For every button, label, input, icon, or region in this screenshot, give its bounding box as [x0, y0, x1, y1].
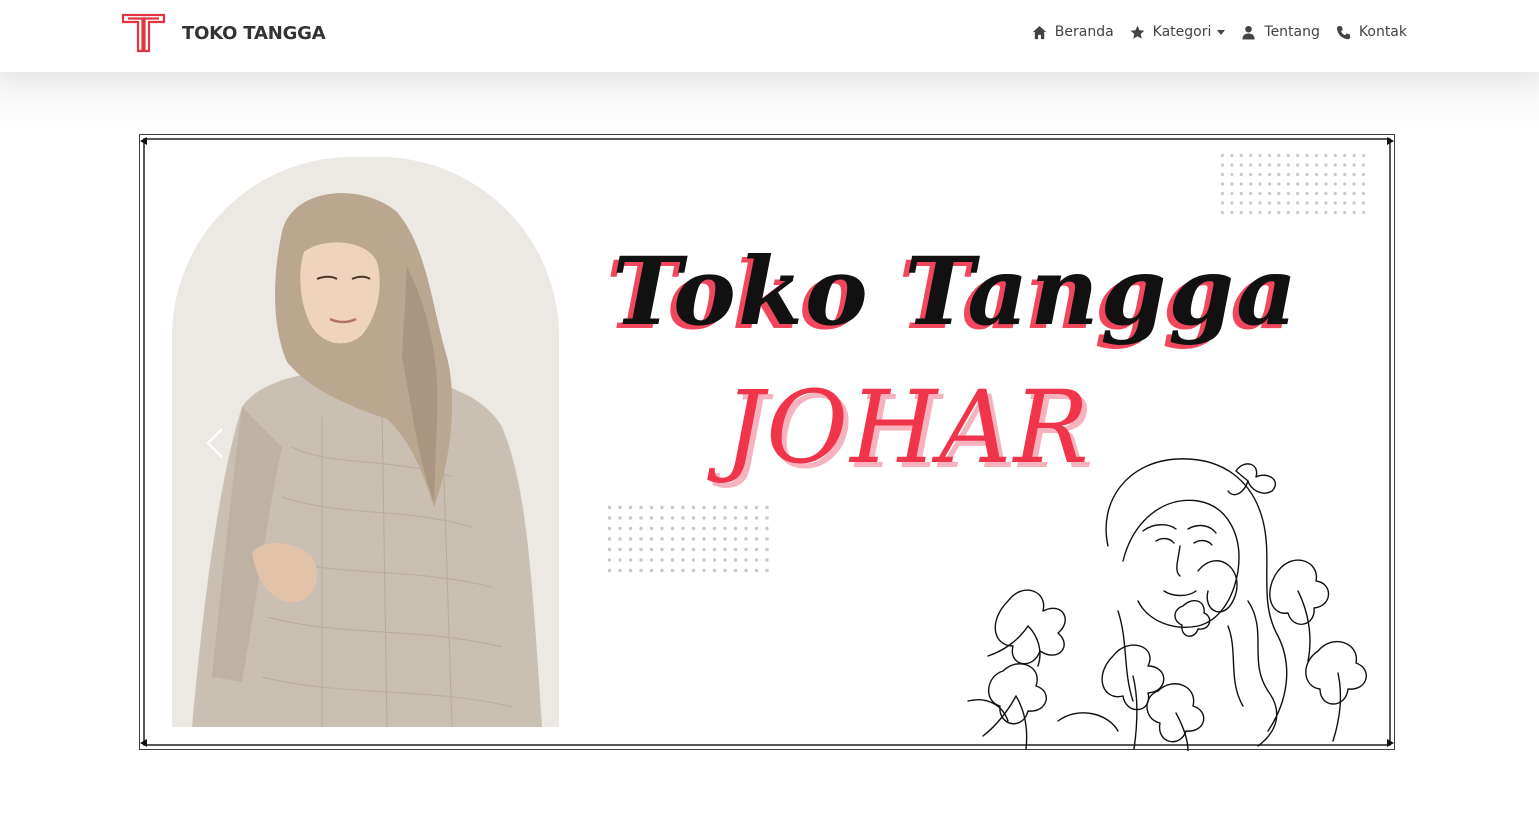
- tt-logo-icon: [121, 13, 166, 53]
- dot-pattern-middle: [607, 505, 769, 577]
- chevron-left-icon: [206, 428, 223, 458]
- hero-carousel: Toko Tangga JOHAR: [138, 133, 1396, 751]
- home-icon: [1032, 25, 1046, 39]
- nav-item-kontak[interactable]: Kontak: [1336, 24, 1407, 40]
- user-icon: [1242, 25, 1255, 40]
- carousel-prev-button[interactable]: [196, 423, 236, 463]
- brand-link[interactable]: TOKO TANGGA: [121, 13, 326, 53]
- phone-icon: [1336, 25, 1351, 39]
- woman-flower-lineart: [967, 458, 1367, 751]
- main-nav: Beranda Kategori Tentang Kontak: [1016, 24, 1407, 40]
- nav-label-beranda: Beranda: [1054, 24, 1114, 40]
- hero-title: Toko Tangga: [612, 237, 1299, 347]
- brand-name: TOKO TANGGA: [182, 22, 326, 44]
- star-icon: [1130, 25, 1145, 39]
- nav-item-kategori[interactable]: Kategori: [1130, 24, 1226, 40]
- caret-down-icon: [1217, 30, 1226, 35]
- dot-pattern-top-right: [1220, 153, 1366, 215]
- header-shadow: [0, 72, 1539, 132]
- nav-label-tentang: Tentang: [1264, 24, 1320, 40]
- nav-label-kategori: Kategori: [1152, 24, 1212, 40]
- nav-label-kontak: Kontak: [1358, 24, 1407, 40]
- nav-item-beranda[interactable]: Beranda: [1032, 24, 1114, 40]
- navbar: TOKO TANGGA Beranda Kategori Tentang Kon…: [0, 0, 1539, 72]
- nav-item-tentang[interactable]: Tentang: [1241, 24, 1320, 40]
